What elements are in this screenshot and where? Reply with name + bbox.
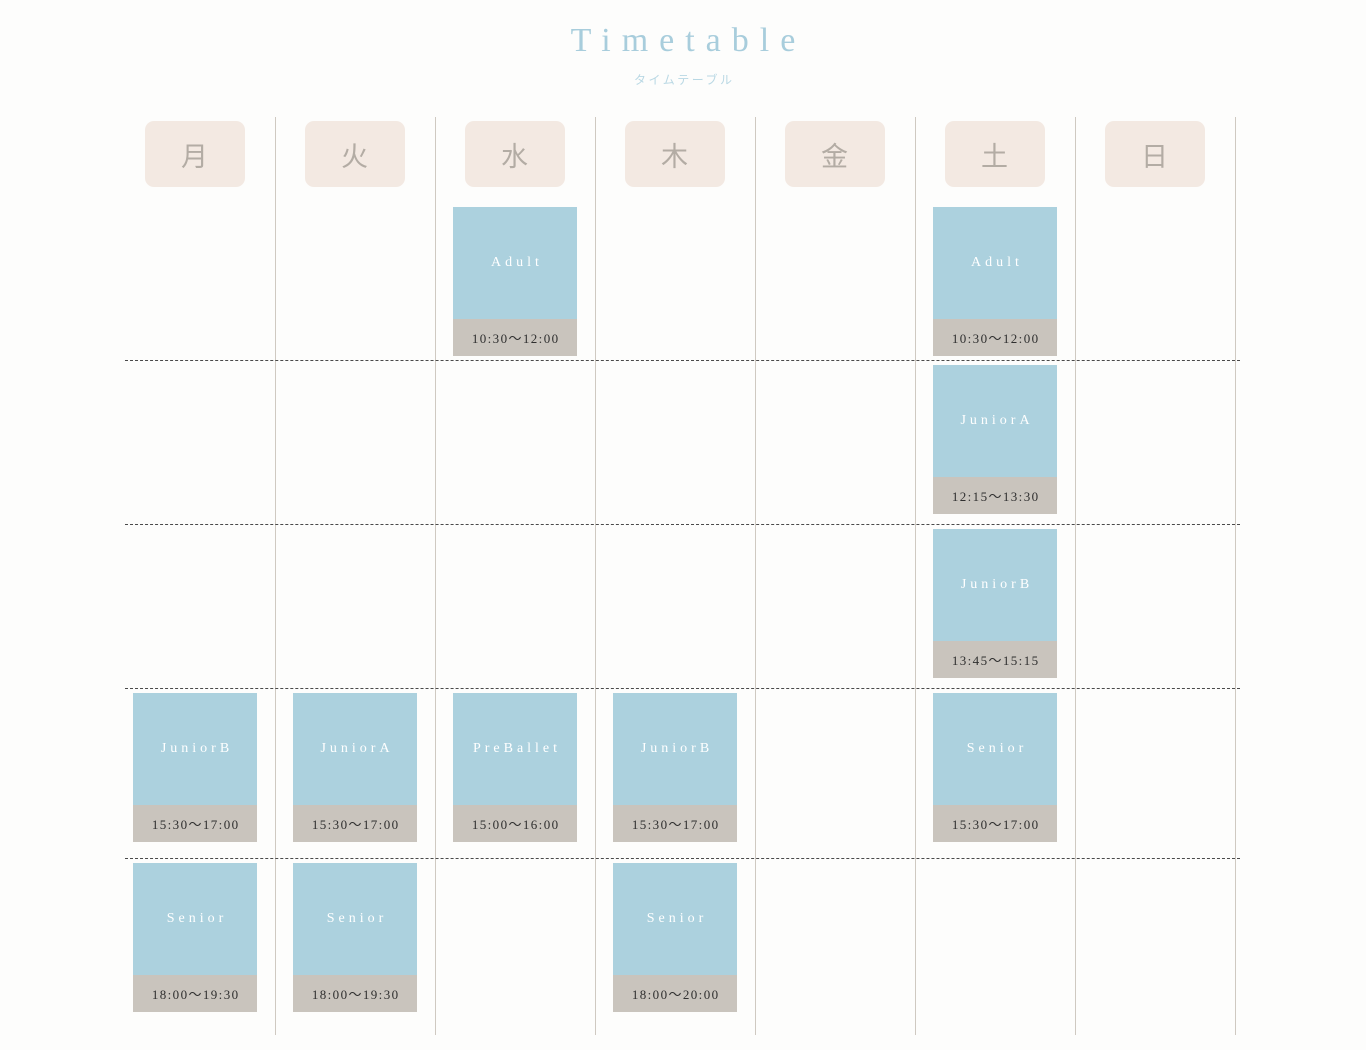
class-card[interactable]: PreBallet 15:00〜16:00 xyxy=(453,693,577,842)
class-time: 18:00〜19:30 xyxy=(293,975,417,1012)
column-divider xyxy=(755,117,756,1035)
column-divider xyxy=(1235,117,1236,1035)
class-name: Senior xyxy=(326,911,388,926)
timetable-grid: 月 火 水 木 金 土 日 Adult 10:30〜12:00 Adult 10:30〜12:00… xyxy=(120,117,1240,1037)
day-header-wednesday[interactable]: 水 xyxy=(465,121,565,187)
class-card[interactable]: JuniorA 12:15〜13:30 xyxy=(933,365,1057,514)
class-name: JuniorA xyxy=(320,741,394,756)
class-time: 15:00〜16:00 xyxy=(453,805,577,842)
day-header-label: 木 xyxy=(661,141,689,173)
day-header-sunday[interactable]: 日 xyxy=(1105,121,1205,187)
class-card[interactable]: JuniorB 13:45〜15:15 xyxy=(933,529,1057,678)
class-name: JuniorB xyxy=(960,577,1034,592)
class-time: 18:00〜19:30 xyxy=(133,975,257,1012)
day-header-label: 月 xyxy=(181,141,209,173)
class-card[interactable]: Senior 15:30〜17:00 xyxy=(933,693,1057,842)
class-name: Senior xyxy=(166,911,228,926)
class-time: 10:30〜12:00 xyxy=(453,319,577,356)
class-time: 15:30〜17:00 xyxy=(133,805,257,842)
class-time: 12:15〜13:30 xyxy=(933,477,1057,514)
class-name: PreBallet xyxy=(472,741,562,756)
column-divider xyxy=(435,117,436,1035)
class-card[interactable]: Adult 10:30〜12:00 xyxy=(933,207,1057,356)
class-card[interactable]: JuniorB 15:30〜17:00 xyxy=(133,693,257,842)
class-time: 13:45〜15:15 xyxy=(933,641,1057,678)
class-card[interactable]: Senior 18:00〜20:00 xyxy=(613,863,737,1012)
class-name: Senior xyxy=(646,911,708,926)
day-header-label: 日 xyxy=(1141,141,1169,173)
class-name: Senior xyxy=(966,741,1028,756)
row-divider xyxy=(125,360,1240,361)
day-header-friday[interactable]: 金 xyxy=(785,121,885,187)
class-card[interactable]: Senior 18:00〜19:30 xyxy=(133,863,257,1012)
class-time: 15:30〜17:00 xyxy=(613,805,737,842)
day-header-label: 水 xyxy=(501,141,529,173)
day-header-row: 月火水木金土日 xyxy=(120,121,1240,187)
class-name: JuniorA xyxy=(960,413,1034,428)
row-divider xyxy=(125,524,1240,525)
class-name: JuniorB xyxy=(640,741,714,756)
day-header-thursday[interactable]: 木 xyxy=(625,121,725,187)
column-divider xyxy=(915,117,916,1035)
page-header: Timetable タイムテーブル xyxy=(0,0,1366,88)
day-header-label: 火 xyxy=(341,141,369,173)
class-name: Adult xyxy=(491,255,543,270)
day-header-tuesday[interactable]: 火 xyxy=(305,121,405,187)
class-time: 18:00〜20:00 xyxy=(613,975,737,1012)
class-card[interactable]: JuniorA 15:30〜17:00 xyxy=(293,693,417,842)
day-header-label: 土 xyxy=(981,141,1009,173)
page-subtitle: タイムテーブル xyxy=(633,73,735,88)
class-time: 15:30〜17:00 xyxy=(933,805,1057,842)
class-card[interactable]: Senior 18:00〜19:30 xyxy=(293,863,417,1012)
class-time: 10:30〜12:00 xyxy=(933,319,1057,356)
day-header-monday[interactable]: 月 xyxy=(145,121,245,187)
row-divider xyxy=(125,688,1240,689)
day-header-saturday[interactable]: 土 xyxy=(945,121,1045,187)
column-divider xyxy=(275,117,276,1035)
row-divider xyxy=(125,858,1240,859)
class-card[interactable]: Adult 10:30〜12:00 xyxy=(453,207,577,356)
class-time: 15:30〜17:00 xyxy=(293,805,417,842)
class-name: JuniorB xyxy=(160,741,234,756)
class-card[interactable]: JuniorB 15:30〜17:00 xyxy=(613,693,737,842)
class-name: Adult xyxy=(971,255,1023,270)
day-header-label: 金 xyxy=(821,141,849,173)
column-divider xyxy=(595,117,596,1035)
column-divider xyxy=(1075,117,1076,1035)
page-title: Timetable xyxy=(570,22,807,59)
